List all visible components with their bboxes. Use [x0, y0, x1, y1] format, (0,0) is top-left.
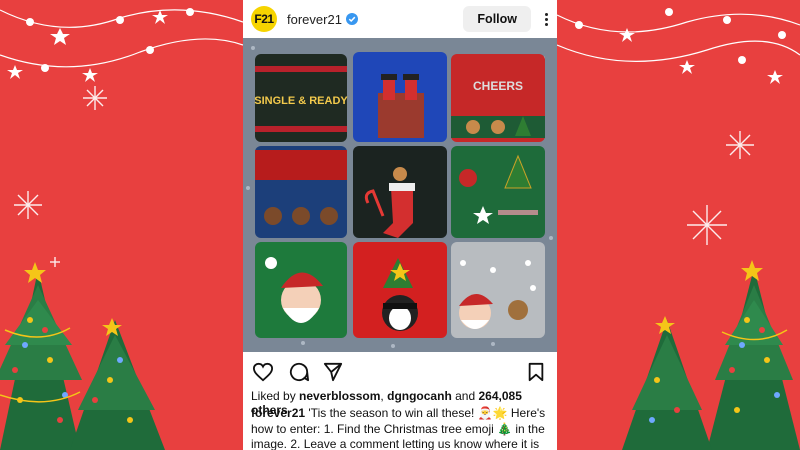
liker-username[interactable]: dgngocanh — [387, 389, 452, 403]
instagram-post: F21 forever21 Follow SINGLE & READY CHEE… — [243, 0, 557, 450]
sweater-stocking — [353, 146, 447, 238]
profile-avatar[interactable]: F21 — [251, 6, 277, 32]
post-image[interactable]: SINGLE & READY CHEERS — [243, 38, 557, 352]
post-username[interactable]: forever21 — [287, 12, 342, 27]
share-send-icon[interactable] — [323, 362, 343, 382]
sweater-santa-green — [255, 242, 347, 338]
verified-badge-icon — [345, 13, 358, 25]
sweater-text: SINGLE & READY — [254, 95, 348, 107]
sweater-green-ornaments — [451, 146, 545, 238]
sweater-cheers: CHEERS — [451, 54, 545, 142]
background-left-decoration — [0, 0, 243, 450]
sweater-santa-chimney — [353, 52, 447, 142]
background-right-decoration — [557, 0, 800, 450]
like-heart-icon[interactable] — [252, 362, 274, 382]
post-action-bar — [243, 360, 557, 386]
follow-button[interactable]: Follow — [463, 6, 531, 32]
sweater-text: CHEERS — [473, 79, 523, 93]
sweater-reindeer — [255, 146, 347, 238]
sweater-santa-grey — [451, 242, 545, 338]
more-options-icon[interactable] — [543, 12, 549, 26]
post-header: F21 forever21 Follow — [243, 0, 557, 38]
likes-and: and — [455, 389, 476, 403]
avatar-logo-text: F21 — [254, 12, 274, 26]
post-caption: forever21 'Tis the season to win all the… — [251, 406, 549, 450]
likes-separator: , — [380, 389, 384, 403]
sweater-penguin — [353, 242, 447, 338]
comment-icon[interactable] — [288, 362, 310, 382]
liker-username[interactable]: neverblossom — [299, 389, 380, 403]
save-bookmark-icon[interactable] — [527, 362, 545, 382]
sweater-single-ready: SINGLE & READY — [254, 54, 348, 142]
caption-author[interactable]: forever21 — [251, 406, 305, 420]
likes-prefix: Liked by — [251, 389, 296, 403]
